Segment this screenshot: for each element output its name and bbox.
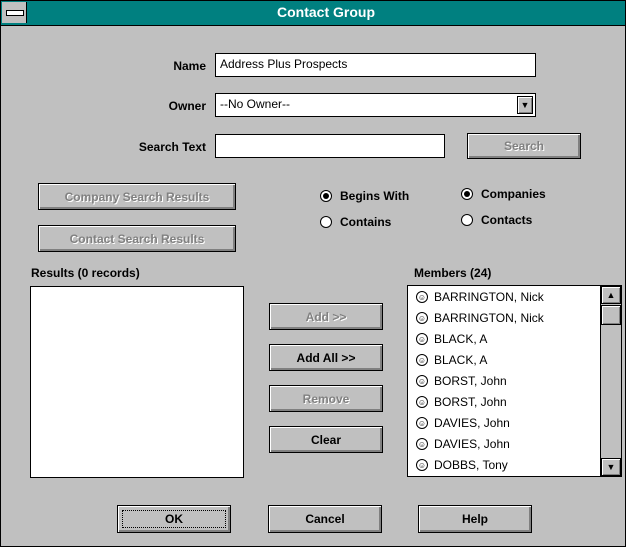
member-list-item[interactable]: ☺ BLACK, A <box>408 349 600 370</box>
clear-button-label: Clear <box>310 432 342 447</box>
contact-person-icon: ☺ <box>416 311 428 324</box>
add-button[interactable]: Add >> <box>269 303 383 330</box>
scroll-thumb[interactable] <box>601 305 621 325</box>
member-name: BLACK, A <box>434 331 488 346</box>
window-title: Contact Group <box>277 4 375 20</box>
member-name: DAVIES, John <box>434 436 510 451</box>
help-button[interactable]: Help <box>418 505 532 533</box>
member-name: BARRINGTON, Nick <box>434 289 544 304</box>
contact-person-icon: ☺ <box>416 395 428 408</box>
contact-person-icon: ☺ <box>416 290 428 303</box>
contact-search-results-label: Contact Search Results <box>69 231 205 246</box>
help-button-label: Help <box>461 512 488 526</box>
contact-person-icon: ☺ <box>416 374 428 387</box>
member-list-item[interactable]: ☺ BARRINGTON, Nick <box>408 307 600 328</box>
company-search-results-button[interactable]: Company Search Results <box>38 183 236 210</box>
member-name: BARRINGTON, Nick <box>434 310 544 325</box>
members-list[interactable]: ☺ BARRINGTON, Nick ☺ BARRINGTON, Nick ☺ BLACK… <box>407 285 622 477</box>
member-list-item[interactable]: ☺ DAVIES, John <box>408 412 600 433</box>
owner-label: Owner <box>168 99 206 113</box>
search-input[interactable] <box>215 134 445 158</box>
radio-begins-with-label: Begins With <box>340 189 410 203</box>
cancel-button-label: Cancel <box>305 512 345 526</box>
system-menu-icon <box>6 10 24 16</box>
search-text-label: Search Text <box>138 140 206 154</box>
name-label: Name <box>173 59 206 73</box>
title-bar: Contact Group <box>1 1 625 26</box>
remove-button-label: Remove <box>302 391 350 406</box>
member-name: BLACK, A <box>434 352 488 367</box>
contact-person-icon: ☺ <box>416 353 428 366</box>
name-field[interactable]: Address Plus Prospects <box>215 53 536 77</box>
members-items: ☺ BARRINGTON, Nick ☺ BARRINGTON, Nick ☺ BLACK… <box>408 286 600 475</box>
search-button[interactable]: Search <box>467 133 581 159</box>
contact-search-results-button[interactable]: Contact Search Results <box>38 225 236 252</box>
ok-button[interactable]: OK <box>117 505 231 533</box>
results-list[interactable] <box>30 286 244 478</box>
radio-companies-label: Companies <box>481 187 546 201</box>
radio-contacts[interactable]: Contacts <box>461 213 532 227</box>
scroll-down-arrow-icon[interactable]: ▼ <box>601 458 621 476</box>
member-list-item[interactable]: ☺ DAVIES, John <box>408 433 600 454</box>
results-label: Results (0 records) <box>31 266 140 280</box>
company-search-results-label: Company Search Results <box>64 189 210 204</box>
add-all-button-label: Add All >> <box>296 350 356 365</box>
system-menu-button[interactable] <box>2 2 27 23</box>
contact-group-dialog: Contact Group Name Address Plus Prospect… <box>0 0 626 547</box>
members-scrollbar[interactable]: ▲ ▼ <box>600 286 621 476</box>
members-label: Members (24) <box>414 266 492 280</box>
radio-begins-with[interactable]: Begins With <box>320 189 409 203</box>
owner-select-value: --No Owner-- <box>220 97 291 111</box>
dropdown-arrow-icon[interactable]: ▼ <box>517 96 533 114</box>
ok-button-label: OK <box>165 512 183 526</box>
radio-selected-icon <box>461 188 473 200</box>
radio-selected-icon <box>320 190 332 202</box>
add-all-button[interactable]: Add All >> <box>269 344 383 371</box>
member-name: DOBBS, Tony <box>434 457 508 472</box>
member-list-item[interactable]: ☺ DOBBS, Tony <box>408 454 600 475</box>
member-list-item[interactable]: ☺ BLACK, A <box>408 328 600 349</box>
contact-person-icon: ☺ <box>416 458 428 471</box>
member-name: DAVIES, John <box>434 415 510 430</box>
radio-contains[interactable]: Contains <box>320 215 391 229</box>
radio-unselected-icon <box>320 216 332 228</box>
owner-select[interactable]: --No Owner-- ▼ <box>215 93 536 117</box>
member-name: BORST, John <box>434 373 507 388</box>
radio-unselected-icon <box>461 214 473 226</box>
contact-person-icon: ☺ <box>416 437 428 450</box>
radio-companies[interactable]: Companies <box>461 187 546 201</box>
contact-person-icon: ☺ <box>416 332 428 345</box>
member-list-item[interactable]: ☺ BORST, John <box>408 370 600 391</box>
cancel-button[interactable]: Cancel <box>268 505 382 533</box>
member-list-item[interactable]: ☺ BARRINGTON, Nick <box>408 286 600 307</box>
remove-button[interactable]: Remove <box>269 385 383 412</box>
clear-button[interactable]: Clear <box>269 426 383 453</box>
scroll-up-arrow-icon[interactable]: ▲ <box>601 286 621 304</box>
contact-person-icon: ☺ <box>416 416 428 429</box>
member-name: BORST, John <box>434 394 507 409</box>
search-button-label: Search <box>503 139 545 153</box>
member-list-item[interactable]: ☺ BORST, John <box>408 391 600 412</box>
radio-contains-label: Contains <box>340 215 392 229</box>
add-button-label: Add >> <box>305 309 347 324</box>
radio-contacts-label: Contacts <box>481 213 533 227</box>
